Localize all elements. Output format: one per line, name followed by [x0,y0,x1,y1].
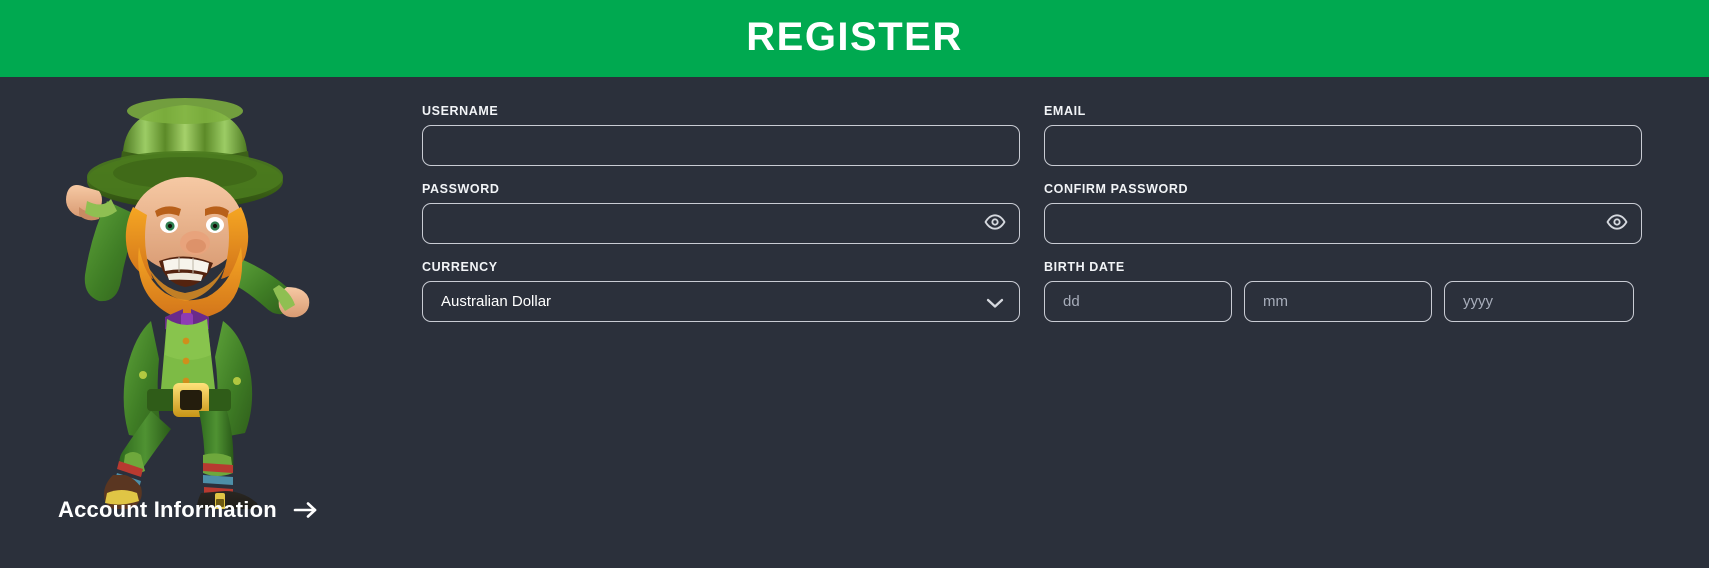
birth-date-day-input[interactable] [1044,281,1232,322]
username-input[interactable] [422,125,1020,166]
field-currency: CURRENCY Australian Dollar [422,260,1020,322]
currency-select[interactable]: Australian Dollar [422,281,1020,322]
eye-icon [1606,214,1628,233]
birth-date-label: BIRTH DATE [1044,260,1125,274]
mascot-column: Account Information [0,77,400,568]
confirm-password-visibility-toggle[interactable] [1606,213,1628,235]
field-username: USERNAME [422,104,1020,166]
account-information-label: Account Information [58,497,277,522]
currency-selected-value: Australian Dollar [441,293,552,310]
field-email: EMAIL [1044,104,1642,166]
field-birth-date: BIRTH DATE [1044,260,1642,322]
register-form: USERNAME EMAIL PASSWORD CONFIRM PASSWORD… [422,77,1652,568]
column-gap [1020,260,1044,322]
leprechaun-mascot [55,89,315,509]
confirm-password-input[interactable] [1044,203,1642,244]
arrow-right-icon [293,500,319,520]
field-password: PASSWORD [422,182,1020,244]
confirm-password-label: CONFIRM PASSWORD [1044,182,1189,196]
field-confirm-password: CONFIRM PASSWORD [1044,182,1642,244]
page-header: REGISTER [0,0,1709,77]
column-gap [1020,182,1044,244]
page-title: REGISTER [746,14,963,59]
password-input[interactable] [422,203,1020,244]
birth-date-year-input[interactable] [1444,281,1634,322]
column-gap [1020,104,1044,166]
currency-label: CURRENCY [422,260,498,274]
username-label: USERNAME [422,104,499,118]
account-information-link[interactable]: Account Information [58,497,319,523]
eye-icon [984,214,1006,233]
birth-date-month-input[interactable] [1244,281,1432,322]
password-visibility-toggle[interactable] [984,213,1006,235]
register-page: REGISTER Account Information USERNAME EM… [0,0,1709,568]
email-label: EMAIL [1044,104,1086,118]
email-input[interactable] [1044,125,1642,166]
password-label: PASSWORD [422,182,500,196]
